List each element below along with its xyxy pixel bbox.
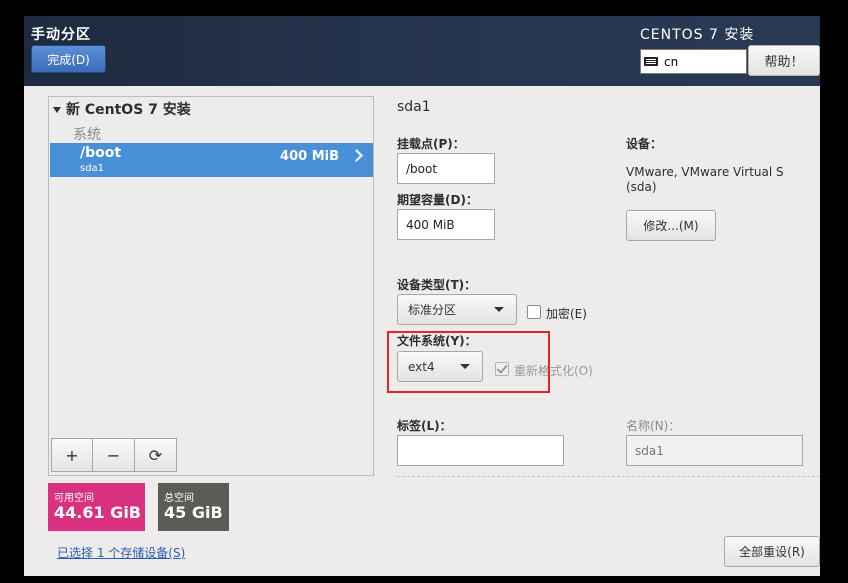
device-type-value: 标准分区: [408, 303, 457, 317]
encrypt-label: 加密(E): [546, 307, 587, 321]
capacity-label: 期望容量(D)：: [397, 193, 478, 207]
device-type-label: 设备类型(T)：: [397, 278, 477, 292]
installer-window: 手动分区 完成(D) CENTOS 7 安装 cn 帮助！ 新 CentOS 7…: [24, 16, 820, 576]
name-input[interactable]: sda1: [626, 435, 803, 466]
tag-input[interactable]: [397, 435, 564, 466]
modify-device-button[interactable]: 修改...(M): [626, 210, 716, 241]
device-label: 设备：: [626, 137, 663, 151]
chevron-down-icon: [494, 307, 504, 312]
total-space-label: 总空间: [164, 493, 194, 504]
encrypt-checkbox[interactable]: [527, 305, 541, 319]
install-group-header[interactable]: 新 CentOS 7 安装: [53, 99, 191, 119]
chevron-right-icon: [350, 149, 363, 162]
device-value: VMware, VMware Virtual S: [626, 165, 784, 179]
system-section-label: 系统: [73, 127, 101, 143]
tag-label: 标签(L)：: [397, 419, 452, 433]
partition-mount: /boot: [80, 145, 122, 161]
reset-all-button[interactable]: 全部重设(R): [724, 536, 820, 567]
keyboard-layout-label: cn: [664, 54, 679, 69]
mount-point-input[interactable]: /boot: [397, 153, 495, 184]
keyboard-layout-indicator[interactable]: cn: [640, 49, 747, 74]
keyboard-icon: [644, 57, 658, 66]
available-space-tile: 可用空间 44.61 GiB: [48, 483, 145, 531]
product-title: CENTOS 7 安装: [640, 27, 755, 43]
device-type-select[interactable]: 标准分区: [397, 294, 517, 325]
remove-partition-button[interactable]: −: [93, 438, 135, 472]
device-value-sda: (sda): [626, 180, 657, 194]
partition-toolbar: + − ⟳: [51, 438, 177, 472]
mount-point-label: 挂载点(P)：: [397, 137, 465, 151]
refresh-button[interactable]: ⟳: [135, 438, 177, 472]
header-bar: 手动分区 完成(D) CENTOS 7 安装 cn 帮助！: [24, 16, 820, 86]
help-button[interactable]: 帮助！: [748, 45, 820, 76]
partition-row-boot[interactable]: /boot sda1 400 MiB: [50, 143, 373, 177]
expand-triangle-icon: [53, 107, 61, 113]
add-partition-button[interactable]: +: [51, 438, 93, 472]
capacity-input[interactable]: 400 MiB: [397, 209, 495, 240]
partition-size: 400 MiB: [280, 149, 339, 164]
total-space-value: 45 GiB: [164, 503, 223, 522]
mount-point-tree: 新 CentOS 7 安装 系统 /boot sda1 400 MiB: [48, 96, 374, 476]
selected-devices-link[interactable]: 已选择 1 个存储设备(S): [57, 544, 185, 561]
name-label: 名称(N)：: [626, 419, 681, 433]
available-space-label: 可用空间: [54, 493, 94, 504]
highlight-box: [387, 331, 550, 393]
details-title: sda1: [397, 99, 431, 115]
install-group-title: 新 CentOS 7 安装: [66, 102, 191, 118]
available-space-value: 44.61 GiB: [54, 503, 141, 522]
divider: [397, 476, 820, 477]
page-title: 手动分区: [31, 27, 91, 43]
done-button[interactable]: 完成(D): [31, 45, 106, 73]
partition-device: sda1: [80, 163, 105, 174]
total-space-tile: 总空间 45 GiB: [158, 483, 229, 531]
